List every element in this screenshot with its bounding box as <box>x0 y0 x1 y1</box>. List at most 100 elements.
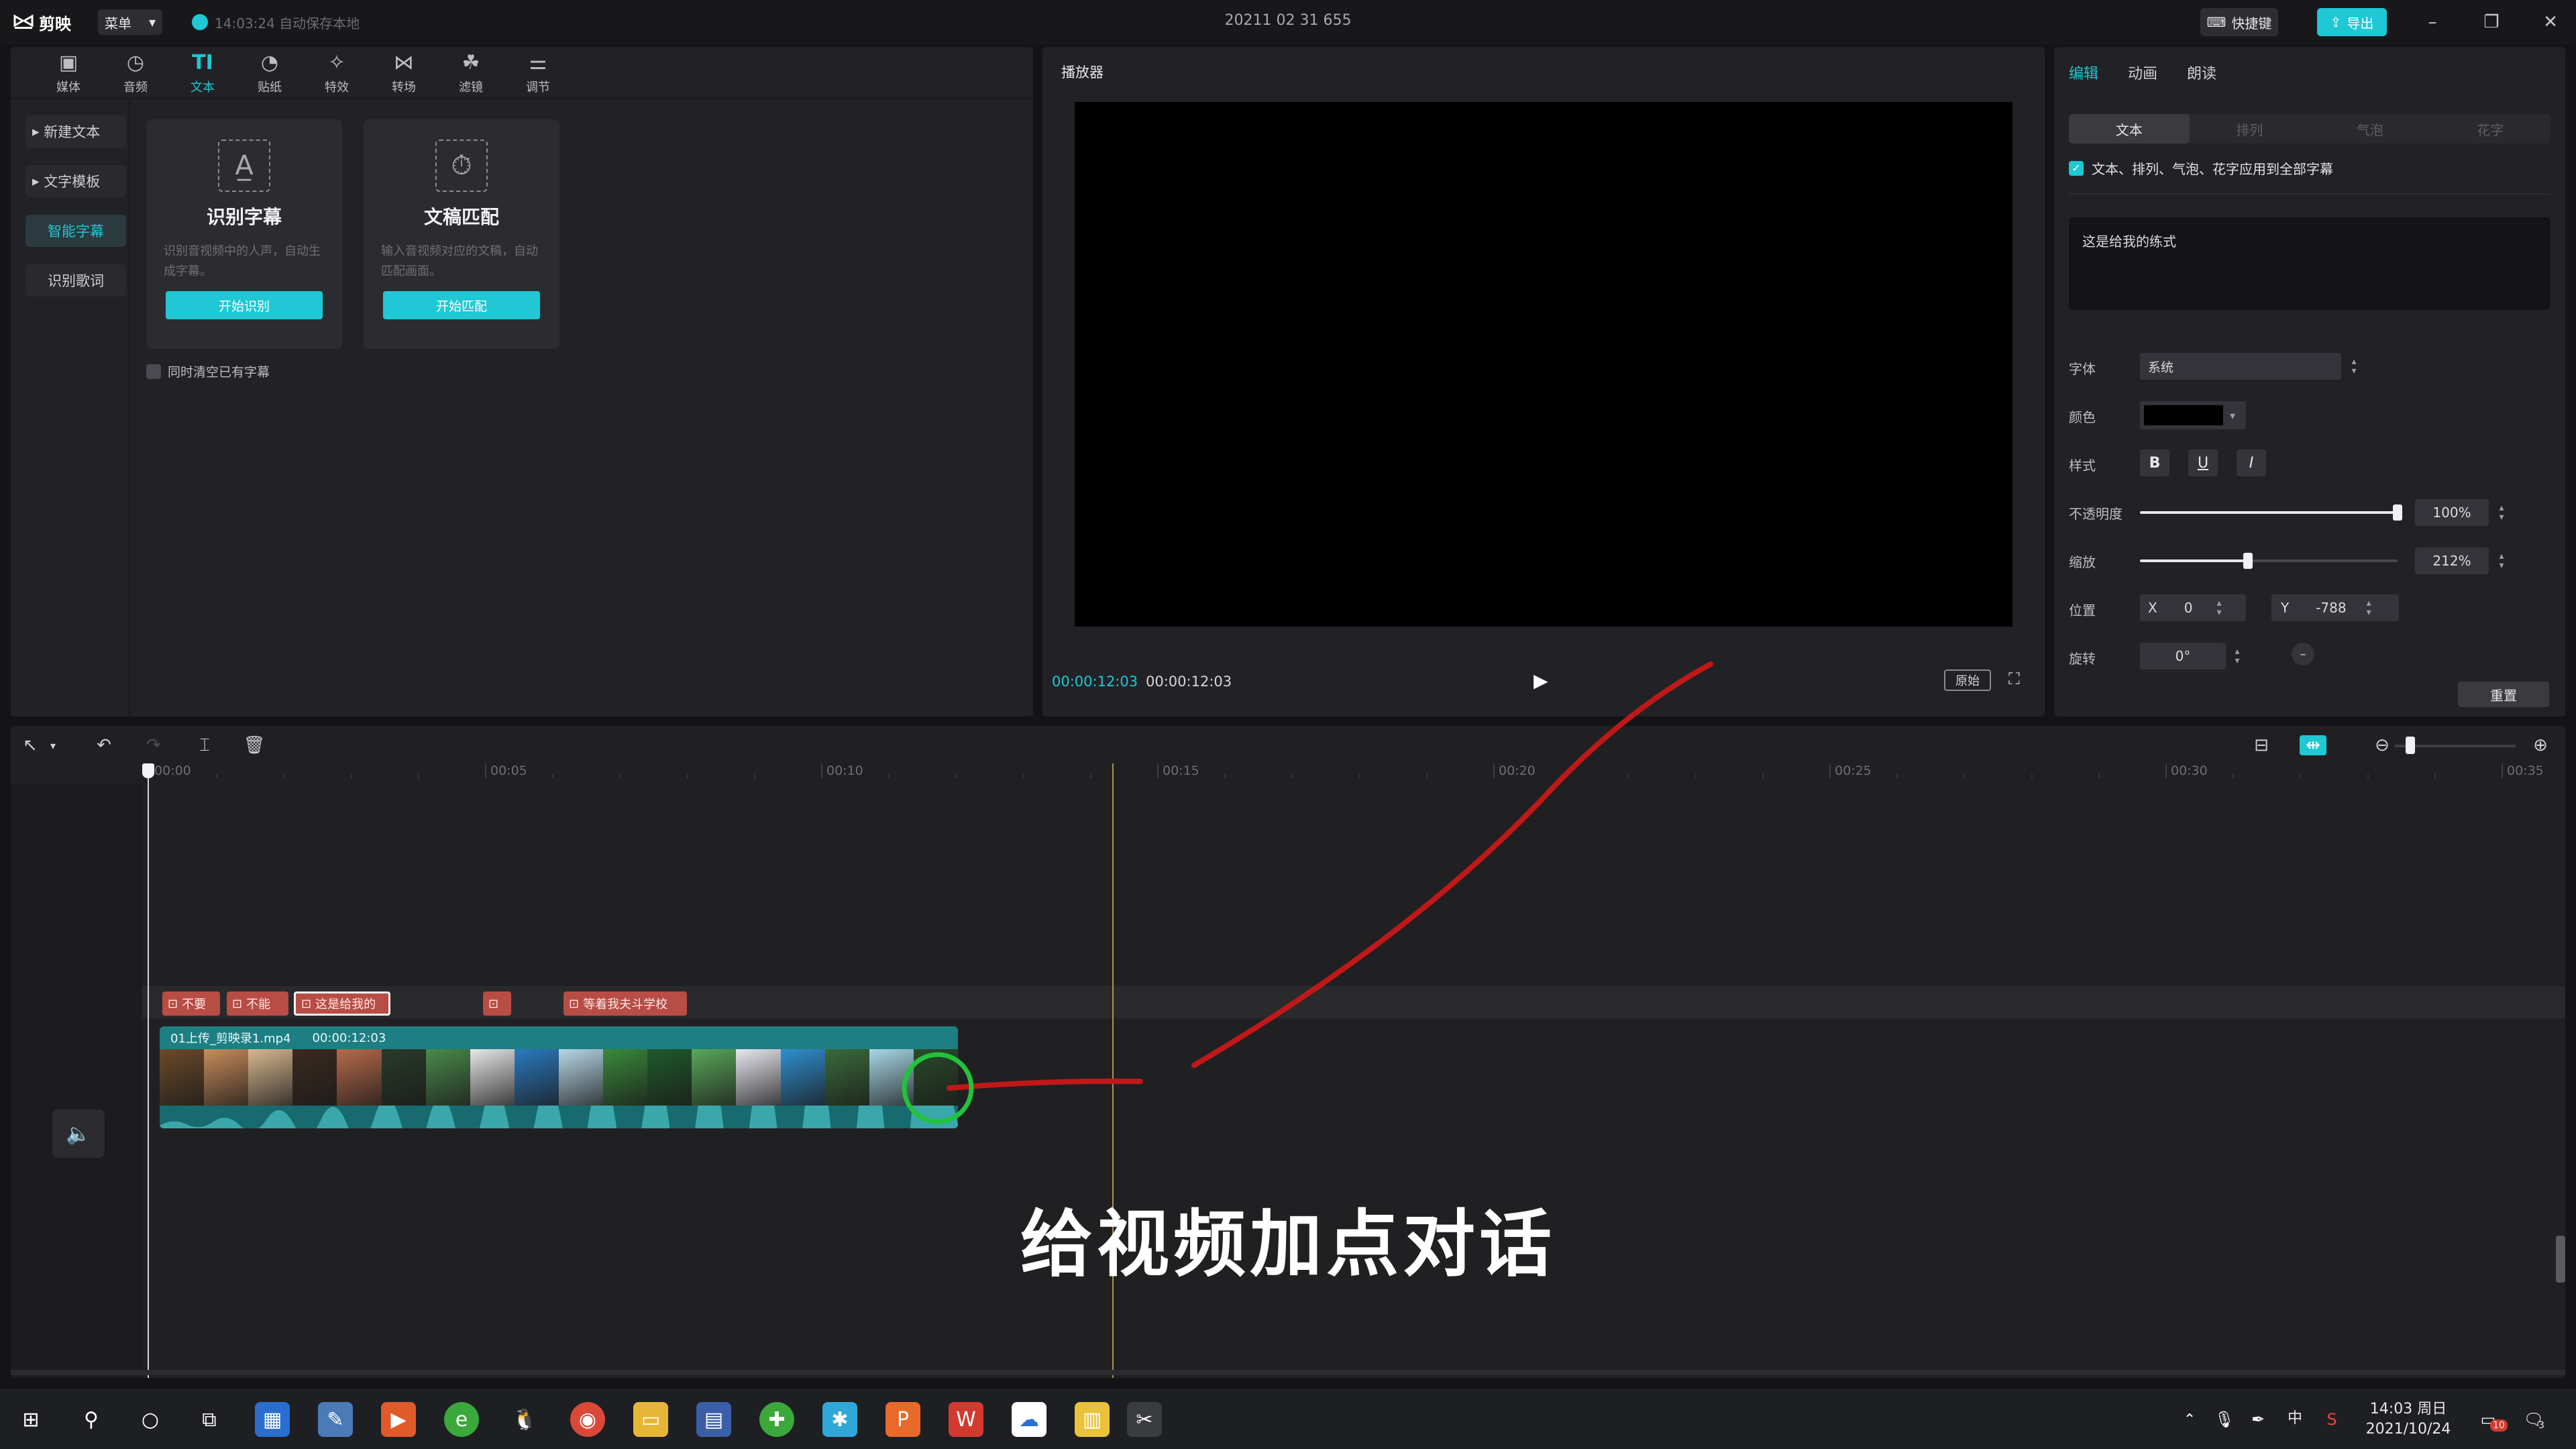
export-button[interactable]: ⇪ 导出 <box>2317 8 2387 36</box>
chrome-app-icon[interactable]: ◉ <box>570 1402 605 1437</box>
cortana-icon[interactable]: ○ <box>133 1402 168 1437</box>
scale-input[interactable]: 212% <box>2415 547 2489 574</box>
font-spinner-icon[interactable]: ▴ ▾ <box>2347 353 2361 380</box>
split-icon[interactable]: ⌶ <box>192 733 217 758</box>
game-app-icon[interactable]: ✚ <box>759 1402 794 1437</box>
rotation-dial-icon[interactable]: – <box>2292 643 2314 665</box>
original-ratio-button[interactable]: 原始 <box>1944 669 1991 691</box>
notes-app-icon[interactable]: ▥ <box>1075 1402 1110 1437</box>
tab-edit[interactable]: 编辑 <box>2069 62 2098 83</box>
tool-audio[interactable]: ◷ 音频 <box>102 47 169 99</box>
tool-filter[interactable]: ☘ 滤镜 <box>437 47 504 99</box>
sidenav-item-text-template[interactable]: ▸ 文字模板 <box>25 165 126 197</box>
qq-app-icon[interactable]: 🐧 <box>507 1402 542 1437</box>
text-clip-selected[interactable]: ⊡ 这是给我的 <box>294 991 390 1016</box>
restore-button[interactable]: ❐ <box>2471 9 2512 35</box>
notepad-app-icon[interactable]: ✎ <box>318 1402 353 1437</box>
tab-read-aloud[interactable]: 朗读 <box>2187 62 2216 83</box>
task-view-icon[interactable]: ⧉ <box>192 1402 227 1437</box>
link-icon[interactable]: ⇹ <box>2300 735 2326 755</box>
cloud-app-icon[interactable]: ☁ <box>1012 1402 1046 1437</box>
font-select[interactable]: 系统 <box>2140 353 2341 380</box>
reset-button[interactable]: 重置 <box>2458 682 2549 707</box>
sogou-ime-icon[interactable]: S <box>2318 1402 2345 1437</box>
mute-track-icon[interactable]: 🔈 <box>52 1110 105 1158</box>
tool-sticker[interactable]: ◔ 贴纸 <box>236 47 303 99</box>
vertical-scrollbar[interactable] <box>2556 1236 2565 1283</box>
tool-effects[interactable]: ✧ 特效 <box>303 47 370 99</box>
position-y-input[interactable]: Y -788 ▴ ▾ <box>2271 594 2399 621</box>
play-icon[interactable]: ▶ <box>1534 669 1556 692</box>
tool-adjust[interactable]: ⚌ 调节 <box>504 47 572 99</box>
remote-app-icon[interactable]: ▤ <box>696 1402 731 1437</box>
snap-icon[interactable]: ⊟ <box>2249 733 2274 758</box>
pen-icon[interactable]: ✒ <box>2245 1402 2271 1437</box>
zoom-out-icon[interactable]: ⊖ <box>2369 733 2395 758</box>
fullscreen-icon[interactable]: ⛶ <box>2008 669 2030 691</box>
slider-handle[interactable] <box>2393 504 2402 521</box>
text-clip[interactable]: ⊡ 等着我夫斗学校 <box>564 991 687 1016</box>
zoom-handle[interactable] <box>2406 737 2415 754</box>
position-x-input[interactable]: X 0 ▴ ▾ <box>2140 594 2246 621</box>
sidenav-item-lyrics[interactable]: 识别歌词 <box>25 264 126 297</box>
color-picker[interactable]: ▾ <box>2140 401 2246 429</box>
text-clip[interactable]: ⊡ 不要 <box>162 991 220 1016</box>
subtab-text[interactable]: 文本 <box>2069 114 2190 144</box>
subtab-bubble[interactable]: 气泡 <box>2310 114 2430 144</box>
microphone-icon[interactable]: 🎙 <box>2211 1402 2238 1437</box>
tray-clock[interactable]: 14:03 周日 2021/10/24 <box>2355 1399 2462 1440</box>
subtitle-text-input[interactable]: 这是给我的练式 <box>2069 217 2551 310</box>
apply-all-option[interactable]: ✓ 文本、排列、气泡、花字应用到全部字幕 <box>2069 158 2333 178</box>
sidenav-item-smart-subtitle[interactable]: 智能字幕 <box>25 215 126 247</box>
select-pointer-icon[interactable]: ↖ <box>17 733 43 758</box>
video-clip[interactable]: 01上传_剪映录1.mp4 00:00:12:03 <box>160 1026 958 1128</box>
wps-app-icon[interactable]: W <box>949 1402 983 1437</box>
search-icon[interactable]: ⚲ <box>74 1402 109 1437</box>
bold-button[interactable]: B <box>2140 449 2169 476</box>
chevron-down-icon[interactable]: ▾ <box>40 733 66 758</box>
spinner-icon[interactable]: ▴ ▾ <box>2216 598 2221 617</box>
sidenav-item-new-text[interactable]: ▸ 新建文本 <box>25 115 126 148</box>
slider-handle[interactable] <box>2243 553 2253 569</box>
tray-chevron-up-icon[interactable]: ⌃ <box>2176 1402 2203 1437</box>
file-explorer-icon[interactable]: ▭ <box>633 1402 668 1437</box>
checkbox-checked-icon[interactable]: ✓ <box>2069 160 2084 176</box>
opacity-spinner-icon[interactable]: ▴ ▾ <box>2494 499 2509 526</box>
tool-text[interactable]: TI 文本 <box>169 47 236 99</box>
media-player-app-icon[interactable]: ▶ <box>381 1402 416 1437</box>
horizontal-scrollbar[interactable] <box>11 1370 2565 1375</box>
rotation-spinner-icon[interactable]: ▴ ▾ <box>2230 643 2245 669</box>
underline-button[interactable]: U <box>2188 449 2218 476</box>
rotation-input[interactable]: 0° <box>2140 643 2226 669</box>
scale-slider[interactable] <box>2140 553 2398 569</box>
zoom-in-icon[interactable]: ⊕ <box>2528 733 2553 758</box>
text-clip[interactable]: ⊡ <box>483 991 511 1016</box>
undo-icon[interactable]: ↶ <box>91 733 117 758</box>
timeline-ruler[interactable]: 00:00 00:05 00:10 00:15 00:20 00:25 00:30 00:35 <box>11 763 2565 784</box>
action-center-icon[interactable]: 🗨 <box>2518 1402 2549 1437</box>
pinwheel-app-icon[interactable]: ✱ <box>822 1402 857 1437</box>
start-recognize-button[interactable]: 开始识别 <box>166 291 323 319</box>
opacity-input[interactable]: 100% <box>2415 499 2489 526</box>
capcut-taskbar-icon[interactable]: ✂ <box>1127 1402 1162 1437</box>
checkbox[interactable] <box>146 364 161 379</box>
clear-existing-option[interactable]: 同时清空已有字幕 <box>146 362 270 380</box>
tool-transition[interactable]: ⋈ 转场 <box>370 47 437 99</box>
playhead-handle[interactable] <box>142 763 154 778</box>
spinner-icon[interactable]: ▴ ▾ <box>2367 598 2371 617</box>
text-clip[interactable]: ⊡ 不能 <box>227 991 288 1016</box>
minimize-button[interactable]: – <box>2412 9 2453 35</box>
pdf-app-icon[interactable]: P <box>885 1402 920 1437</box>
menu-button[interactable]: 菜单 ▾ <box>98 9 162 35</box>
redo-icon[interactable]: ↷ <box>141 733 166 758</box>
tool-media[interactable]: ▣ 媒体 <box>35 47 102 99</box>
scale-spinner-icon[interactable]: ▴ ▾ <box>2494 547 2509 574</box>
start-match-button[interactable]: 开始匹配 <box>383 291 540 319</box>
italic-button[interactable]: I <box>2237 449 2266 476</box>
windows-start-icon[interactable]: ⊞ <box>13 1402 48 1437</box>
ime-indicator[interactable]: 中 <box>2288 1409 2302 1429</box>
tab-animation[interactable]: 动画 <box>2128 62 2157 83</box>
close-button[interactable]: ✕ <box>2530 9 2571 35</box>
calculator-app-icon[interactable]: ▦ <box>255 1402 290 1437</box>
shortcut-button[interactable]: ⌨ 快捷键 <box>2200 8 2278 36</box>
